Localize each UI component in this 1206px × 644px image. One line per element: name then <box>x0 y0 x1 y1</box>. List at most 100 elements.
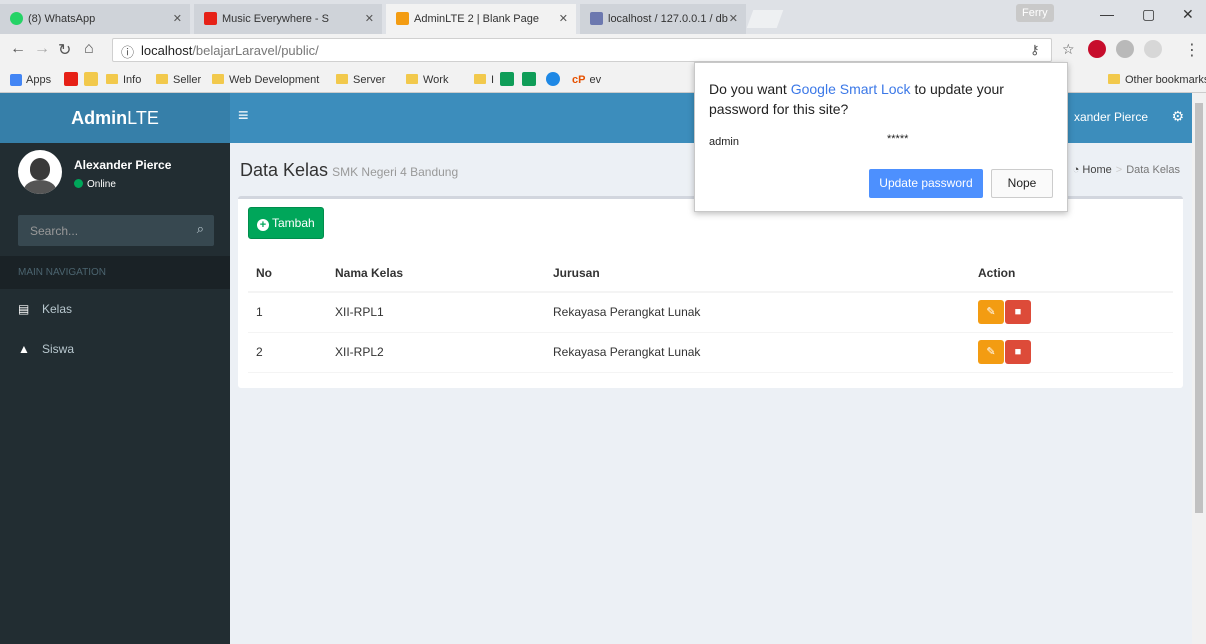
column-header-action: Action <box>970 254 1173 293</box>
star-icon[interactable]: ☆ <box>1062 41 1075 58</box>
info-icon[interactable]: ⓘ <box>121 42 134 61</box>
add-button[interactable]: + Tambah <box>248 207 324 239</box>
top-user-name[interactable]: xander Pierce <box>1074 110 1148 124</box>
delete-button[interactable]: ■ <box>1005 300 1031 325</box>
close-icon[interactable]: ✕ <box>559 4 568 34</box>
data-table: No Nama Kelas Jurusan Action 1 XII-RPL1 … <box>248 254 1173 373</box>
browser-tab-active[interactable]: AdminLTE 2 | Blank Page ✕ <box>386 4 576 34</box>
update-password-button[interactable]: Update password <box>869 169 983 198</box>
adminlte-icon <box>396 12 409 25</box>
whatsapp-icon <box>10 12 23 25</box>
page-scrollbar[interactable] <box>1192 93 1206 644</box>
pencil-icon: ✎ <box>986 306 996 319</box>
data-box: + Tambah No Nama Kelas Jurusan Action 1 X… <box>238 196 1183 388</box>
sidebar-item-siswa[interactable]: ▲ Siswa <box>0 329 230 369</box>
close-icon[interactable]: ✕ <box>365 4 374 34</box>
home-icon[interactable]: ⌂ <box>84 40 94 58</box>
phpmyadmin-icon <box>590 12 603 25</box>
user-icon: ▲ <box>18 342 30 356</box>
folder-icon <box>336 74 348 84</box>
smart-lock-popup: Do you want Google Smart Lock to update … <box>694 62 1068 212</box>
bookmark-work[interactable]: Work <box>406 71 448 89</box>
close-window-icon[interactable]: ✕ <box>1182 6 1194 23</box>
folder-icon <box>106 74 118 84</box>
popup-username: admin <box>709 136 739 148</box>
drive-icon[interactable] <box>1144 40 1162 58</box>
smart-lock-link[interactable]: Google Smart Lock <box>791 81 911 97</box>
browser-tabstrip: (8) WhatsApp ✕ Music Everywhere - S ✕ Ad… <box>0 0 1206 34</box>
browser-tab[interactable]: localhost / 127.0.0.1 / db ✕ <box>580 4 746 34</box>
dashboard-icon: ◔ <box>1072 164 1080 176</box>
new-tab-button[interactable] <box>746 10 784 28</box>
browser-tab[interactable]: Music Everywhere - S ✕ <box>194 4 382 34</box>
bookmark-server[interactable]: Server <box>336 71 385 89</box>
apps-icon <box>10 74 22 86</box>
avatar <box>18 150 62 194</box>
sidebar-item-kelas[interactable]: ▤ Kelas <box>0 289 230 329</box>
sheets-icon[interactable] <box>522 71 540 89</box>
breadcrumb-current: Data Kelas <box>1126 164 1180 176</box>
breadcrumb-home[interactable]: Home <box>1082 164 1111 176</box>
back-icon[interactable]: ← <box>10 40 26 58</box>
bookmark-seller[interactable]: Seller <box>156 71 201 89</box>
nav-header: MAIN NAVIGATION <box>0 256 230 289</box>
cpanel-icon: cP <box>572 74 586 86</box>
column-header-no: No <box>248 254 327 293</box>
breadcrumb: ◔ Home > Data Kelas <box>1072 164 1180 176</box>
plus-circle-icon: + <box>257 219 269 231</box>
extension-icon[interactable] <box>1116 40 1134 58</box>
page-title: Data Kelas SMK Negeri 4 Bandung <box>240 160 459 180</box>
folder-icon <box>1108 74 1120 84</box>
reload-icon[interactable]: ↻ <box>58 40 71 60</box>
bookmark-apps[interactable]: Apps <box>10 71 51 89</box>
page-subtitle: SMK Negeri 4 Bandung <box>332 165 459 179</box>
browser-tab[interactable]: (8) WhatsApp ✕ <box>0 4 190 34</box>
column-header-jurusan: Jurusan <box>545 254 970 293</box>
popup-password: ***** <box>887 133 909 145</box>
bookmark-icon[interactable] <box>84 71 102 89</box>
folder-icon <box>474 74 486 84</box>
content-wrapper: Data Kelas SMK Negeri 4 Bandung ◔ Home > Da… <box>230 143 1192 644</box>
nope-button[interactable]: Nope <box>991 169 1053 198</box>
forward-icon[interactable]: → <box>34 40 50 58</box>
sidebar-search-input[interactable]: Search... ⌕ <box>18 215 214 246</box>
bookmark-info[interactable]: Info <box>106 71 141 89</box>
column-header-nama-kelas: Nama Kelas <box>327 254 545 293</box>
delete-button[interactable]: ■ <box>1005 340 1031 364</box>
sheets-icon[interactable] <box>500 71 518 89</box>
online-dot-icon <box>74 179 83 188</box>
bookmark-web-development[interactable]: Web Development <box>212 71 319 89</box>
folder-icon <box>156 74 168 84</box>
table-row: 2 XII-RPL2 Rekayasa Perangkat Lunak ✎ ■ <box>248 332 1173 373</box>
edit-button[interactable]: ✎ <box>978 340 1004 364</box>
address-bar[interactable]: ⓘ localhost/belajarLaravel/public/ <box>112 38 1052 62</box>
menu-icon[interactable]: ⋮ <box>1184 40 1200 60</box>
close-icon[interactable]: ✕ <box>173 4 182 34</box>
scrollbar-thumb[interactable] <box>1195 103 1203 513</box>
trash-icon: ■ <box>1014 306 1022 319</box>
url-text[interactable]: localhost/belajarLaravel/public/ <box>141 43 319 58</box>
user-status: Online <box>74 179 116 190</box>
app-logo[interactable]: AdminLTE <box>0 93 230 143</box>
user-panel: Alexander Pierce Online <box>0 143 230 203</box>
bookmark-other[interactable]: Other bookmarks <box>1108 71 1206 89</box>
bookmark-ev[interactable]: cP ev <box>572 71 601 89</box>
globe-icon[interactable] <box>546 71 564 89</box>
book-icon: ▤ <box>18 302 30 316</box>
profile-badge[interactable]: Ferry <box>1016 4 1054 22</box>
maximize-icon[interactable]: ▢ <box>1142 6 1155 23</box>
search-icon[interactable]: ⌕ <box>197 221 204 237</box>
youtube-bookmark-icon[interactable] <box>64 71 82 89</box>
close-icon[interactable]: ✕ <box>729 4 738 34</box>
table-row: 1 XII-RPL1 Rekayasa Perangkat Lunak ✎ ■ <box>248 292 1173 333</box>
edit-button[interactable]: ✎ <box>978 300 1004 325</box>
adblock-icon[interactable] <box>1088 40 1106 58</box>
pencil-icon: ✎ <box>986 346 996 358</box>
hamburger-icon[interactable]: ≡ <box>238 105 249 126</box>
cogs-icon[interactable]: ⚙ <box>1171 108 1184 125</box>
minimize-icon[interactable]: — <box>1100 6 1114 22</box>
folder-icon <box>406 74 418 84</box>
bookmark-i[interactable]: I <box>474 71 494 89</box>
sidebar: Alexander Pierce Online Search... ⌕ MAIN… <box>0 143 230 644</box>
key-icon[interactable]: ⚷ <box>1030 42 1040 58</box>
